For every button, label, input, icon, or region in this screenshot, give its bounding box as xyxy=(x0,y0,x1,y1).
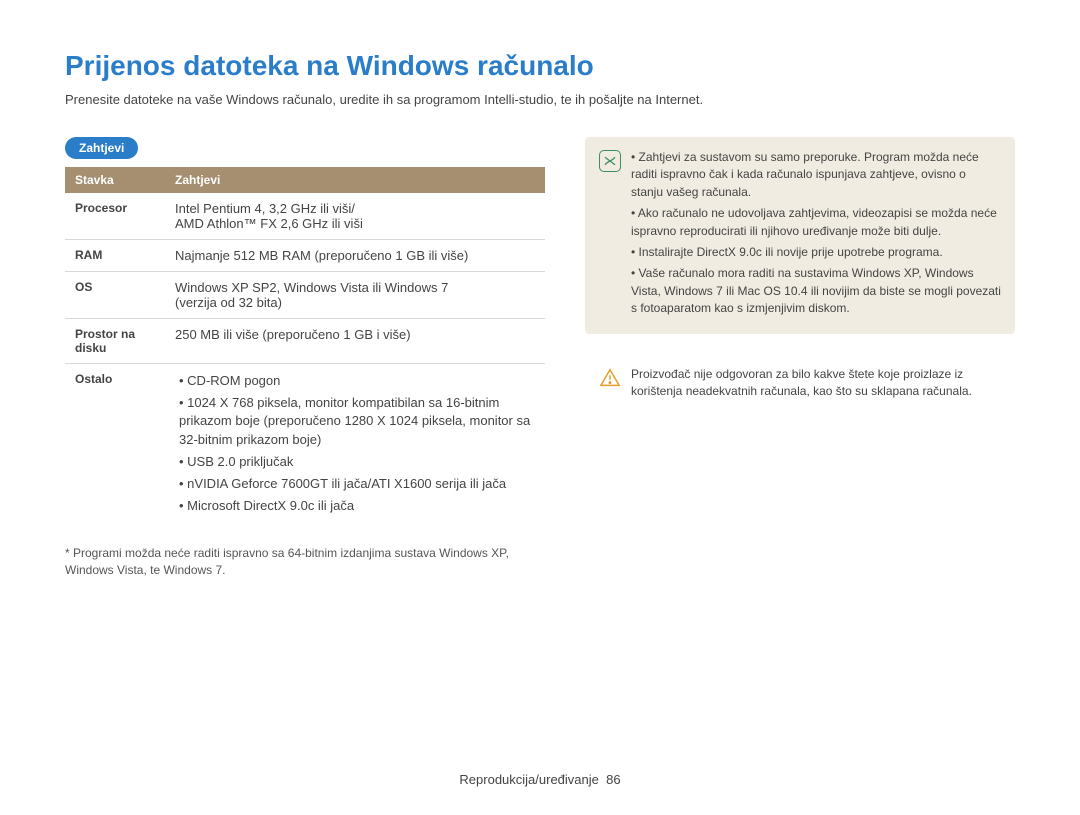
table-row: ProcesorIntel Pentium 4, 3,2 GHz ili viš… xyxy=(65,193,545,240)
list-item: USB 2.0 priključak xyxy=(179,453,535,471)
row-value: CD-ROM pogon 1024 X 768 piksela, monitor … xyxy=(165,364,545,528)
right-column: Zahtjevi za sustavom su samo preporuke. … xyxy=(585,137,1015,579)
col-header-item: Stavka xyxy=(65,167,165,193)
warning-note-text: Proizvođač nije odgovoran za bilo kakve … xyxy=(631,366,1001,401)
table-row: OSWindows XP SP2, Windows Vista ili Wind… xyxy=(65,272,545,319)
page-footer: Reprodukcija/uređivanje 86 xyxy=(0,772,1080,787)
left-column: Zahtjevi Stavka Zahtjevi ProcesorIntel P… xyxy=(65,137,545,579)
row-label: OS xyxy=(65,272,165,319)
table-row: Ostalo CD-ROM pogon 1024 X 768 piksela, mo… xyxy=(65,364,545,528)
info-icon xyxy=(599,150,621,172)
row-value: Windows XP SP2, Windows Vista ili Window… xyxy=(165,272,545,319)
info-note-item: Vaše računalo mora raditi na sustavima W… xyxy=(631,265,1001,317)
row-label: RAM xyxy=(65,240,165,272)
info-note-item: Zahtjevi za sustavom su samo preporuke. … xyxy=(631,149,1001,201)
row-label: Ostalo xyxy=(65,364,165,528)
row-label: Procesor xyxy=(65,193,165,240)
col-header-req: Zahtjevi xyxy=(165,167,545,193)
row-label: Prostor na disku xyxy=(65,319,165,364)
table-row: Prostor na disku250 MB ili više (preporu… xyxy=(65,319,545,364)
info-note-box: Zahtjevi za sustavom su samo preporuke. … xyxy=(585,137,1015,334)
page-title: Prijenos datoteka na Windows računalo xyxy=(65,50,1015,82)
row-value: Intel Pentium 4, 3,2 GHz ili viši/ AMD A… xyxy=(165,193,545,240)
footer-page-number: 86 xyxy=(606,772,620,787)
warning-note-box: Proizvođač nije odgovoran za bilo kakve … xyxy=(585,354,1015,413)
intro-text: Prenesite datoteke na vaše Windows račun… xyxy=(65,92,1015,107)
requirements-table: Stavka Zahtjevi ProcesorIntel Pentium 4,… xyxy=(65,167,545,527)
footer-section: Reprodukcija/uređivanje xyxy=(459,772,598,787)
list-item: CD-ROM pogon xyxy=(179,372,535,390)
list-item: Microsoft DirectX 9.0c ili jača xyxy=(179,497,535,515)
footnote: * Programi možda neće raditi ispravno sa… xyxy=(65,545,545,579)
info-note-item: Instalirajte DirectX 9.0c ili novije pri… xyxy=(631,244,1001,261)
requirements-heading: Zahtjevi xyxy=(65,137,138,159)
row-value: 250 MB ili više (preporučeno 1 GB i više… xyxy=(165,319,545,364)
warning-icon xyxy=(599,367,621,389)
list-item: 1024 X 768 piksela, monitor kompatibilan… xyxy=(179,394,535,449)
info-note-item: Ako računalo ne udovoljava zahtjevima, v… xyxy=(631,205,1001,240)
row-value: Najmanje 512 MB RAM (preporučeno 1 GB il… xyxy=(165,240,545,272)
list-item: nVIDIA Geforce 7600GT ili jača/ATI X1600… xyxy=(179,475,535,493)
table-row: RAMNajmanje 512 MB RAM (preporučeno 1 GB… xyxy=(65,240,545,272)
info-note-list: Zahtjevi za sustavom su samo preporuke. … xyxy=(631,149,1001,318)
